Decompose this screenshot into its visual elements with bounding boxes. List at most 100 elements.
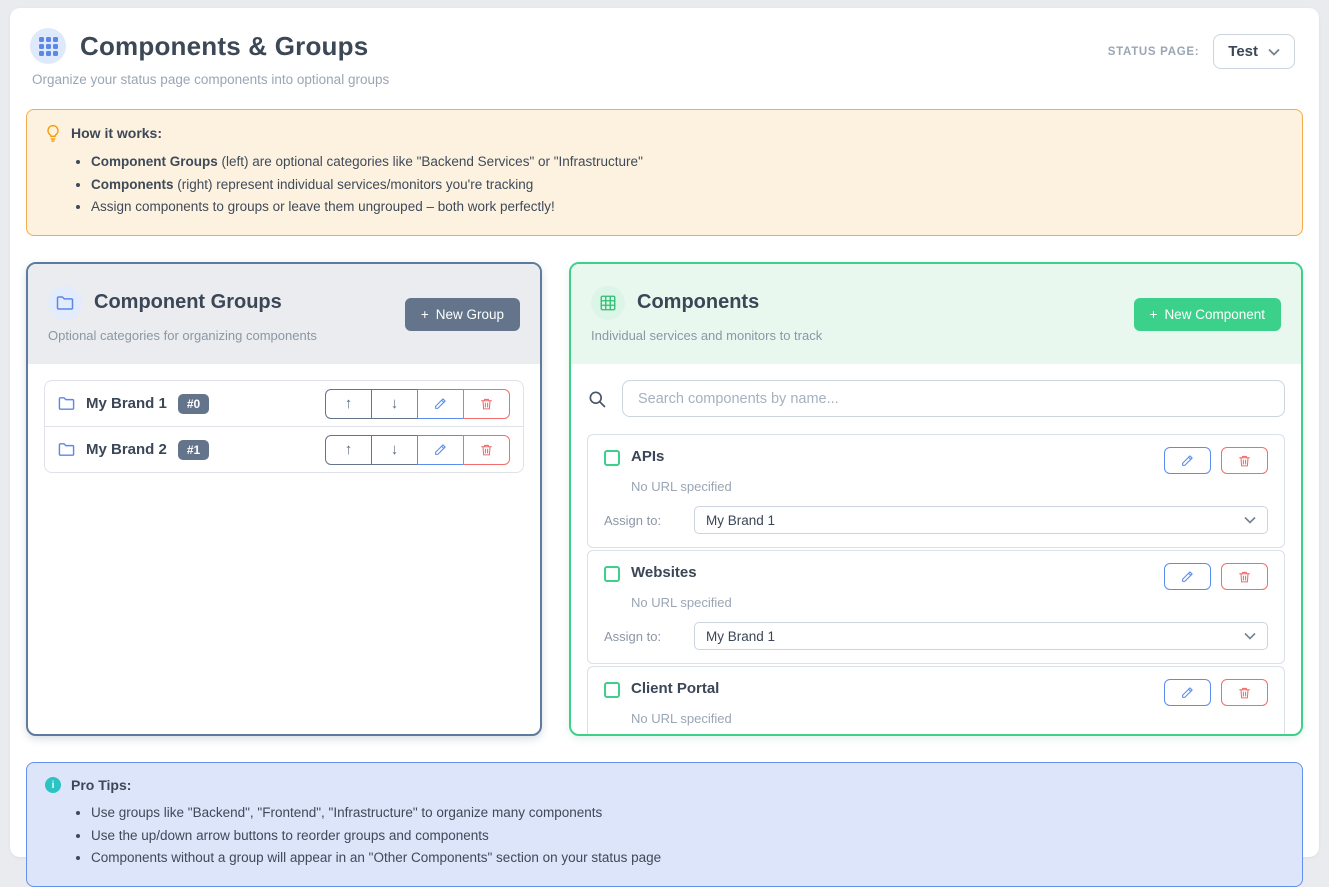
arrow-up-icon: ↑ — [345, 395, 353, 412]
assigned-group-value: My Brand 1 — [706, 513, 775, 528]
status-page-select[interactable]: Test — [1213, 34, 1295, 69]
assign-to-label: Assign to: — [604, 629, 694, 644]
arrow-down-icon: ↓ — [391, 395, 399, 412]
group-actions: ↑ ↓ — [325, 389, 510, 419]
page-subtitle: Organize your status page components int… — [32, 72, 389, 87]
delete-component-button[interactable] — [1221, 679, 1268, 706]
component-card: APIs No URL specified Assign to: — [587, 434, 1285, 548]
component-name: Websites — [631, 564, 697, 581]
folder-icon — [58, 396, 75, 411]
pro-tips-item: Use the up/down arrow buttons to reorder… — [91, 825, 1284, 848]
components-panel-title: Components — [637, 291, 759, 314]
pencil-icon — [434, 397, 447, 410]
group-name: My Brand 2 — [86, 441, 167, 458]
trash-icon — [480, 443, 493, 457]
assign-row: Assign to: My Brand 1 — [604, 622, 1268, 650]
assign-to-label: Assign to: — [604, 513, 694, 528]
new-group-label: New Group — [436, 307, 504, 322]
new-component-button[interactable]: + New Component — [1134, 298, 1281, 331]
how-it-works-box: How it works: Component Groups (left) ar… — [26, 109, 1303, 236]
edit-component-button[interactable] — [1164, 447, 1211, 474]
group-name: My Brand 1 — [86, 395, 167, 412]
how-it-works-list: Component Groups (left) are optional cat… — [91, 151, 1284, 219]
delete-group-button[interactable] — [463, 435, 510, 465]
trash-icon — [480, 397, 493, 411]
pro-tips-item: Components without a group will appear i… — [91, 847, 1284, 870]
pro-tips-title: Pro Tips: — [71, 777, 131, 793]
header-left: Components & Groups Organize your status… — [30, 28, 389, 87]
delete-component-button[interactable] — [1221, 447, 1268, 474]
assign-group-select[interactable]: My Brand 1 — [694, 506, 1268, 534]
delete-component-button[interactable] — [1221, 563, 1268, 590]
components-list: APIs No URL specified Assign to: — [571, 364, 1301, 736]
edit-group-button[interactable] — [417, 435, 464, 465]
component-url-note: No URL specified — [631, 595, 1268, 610]
grid-icon — [591, 286, 625, 320]
page-header: Components & Groups Organize your status… — [26, 28, 1303, 87]
component-actions — [1164, 563, 1268, 590]
group-row: My Brand 1 #0 ↑ ↓ — [44, 380, 524, 427]
groups-panel-title: Component Groups — [94, 291, 282, 314]
components-panel-subtitle: Individual services and monitors to trac… — [591, 328, 822, 343]
info-icon: i — [45, 777, 61, 793]
component-actions — [1164, 447, 1268, 474]
edit-component-button[interactable] — [1164, 563, 1211, 590]
component-card: Websites No URL specified Assign to: — [587, 550, 1285, 664]
groups-list: My Brand 1 #0 ↑ ↓ My B — [28, 364, 540, 734]
trash-icon — [1238, 570, 1251, 584]
assign-row: Assign to: My Brand 1 — [604, 506, 1268, 534]
pencil-icon — [434, 443, 447, 456]
status-page-value: Test — [1228, 43, 1258, 60]
move-down-button[interactable]: ↓ — [371, 389, 418, 419]
folder-icon — [58, 442, 75, 457]
group-actions: ↑ ↓ — [325, 435, 510, 465]
page-title: Components & Groups — [80, 31, 368, 62]
component-name: Client Portal — [631, 680, 719, 697]
arrow-down-icon: ↓ — [391, 441, 399, 458]
plus-icon: + — [421, 307, 429, 322]
component-name: APIs — [631, 448, 664, 465]
component-checkbox-icon — [604, 682, 620, 698]
component-checkbox-icon — [604, 450, 620, 466]
move-down-button[interactable]: ↓ — [371, 435, 418, 465]
component-checkbox-icon — [604, 566, 620, 582]
plus-icon: + — [1150, 307, 1158, 322]
header-right: STATUS PAGE: Test — [1108, 34, 1295, 69]
arrow-up-icon: ↑ — [345, 441, 353, 458]
groups-panel-subtitle: Optional categories for organizing compo… — [48, 328, 317, 343]
move-up-button[interactable]: ↑ — [325, 435, 372, 465]
how-it-works-item: Components (right) represent individual … — [91, 174, 1284, 197]
components-panel: Components Individual services and monit… — [569, 262, 1303, 736]
components-grid-icon — [30, 28, 66, 64]
search-components-input[interactable] — [622, 380, 1285, 417]
new-group-button[interactable]: + New Group — [405, 298, 520, 331]
pro-tips-item: Use groups like "Backend", "Frontend", "… — [91, 802, 1284, 825]
main-card: Components & Groups Organize your status… — [10, 8, 1319, 857]
delete-group-button[interactable] — [463, 389, 510, 419]
folder-icon — [48, 286, 82, 320]
assigned-group-value: My Brand 1 — [706, 629, 775, 644]
move-up-button[interactable]: ↑ — [325, 389, 372, 419]
chevron-down-icon — [1244, 516, 1256, 524]
edit-group-button[interactable] — [417, 389, 464, 419]
chevron-down-icon — [1244, 632, 1256, 640]
component-url-note: No URL specified — [631, 479, 1268, 494]
assign-group-select[interactable]: My Brand 1 — [694, 622, 1268, 650]
group-order-badge: #1 — [178, 440, 209, 460]
group-row: My Brand 2 #1 ↑ ↓ — [44, 426, 524, 473]
how-it-works-item: Component Groups (left) are optional cat… — [91, 151, 1284, 174]
how-it-works-item: Assign components to groups or leave the… — [91, 196, 1284, 219]
component-url-note: No URL specified — [631, 711, 1268, 726]
chevron-down-icon — [1268, 48, 1280, 56]
new-component-label: New Component — [1164, 307, 1265, 322]
component-groups-panel: Component Groups Optional categories for… — [26, 262, 542, 736]
pro-tips-list: Use groups like "Backend", "Frontend", "… — [91, 802, 1284, 870]
pencil-icon — [1181, 570, 1194, 583]
component-card: Client Portal No URL specified Assig — [587, 666, 1285, 736]
trash-icon — [1238, 454, 1251, 468]
search-row — [587, 380, 1285, 417]
panels-container: Component Groups Optional categories for… — [26, 262, 1303, 736]
lightbulb-icon — [45, 124, 61, 142]
edit-component-button[interactable] — [1164, 679, 1211, 706]
search-icon — [587, 389, 607, 409]
